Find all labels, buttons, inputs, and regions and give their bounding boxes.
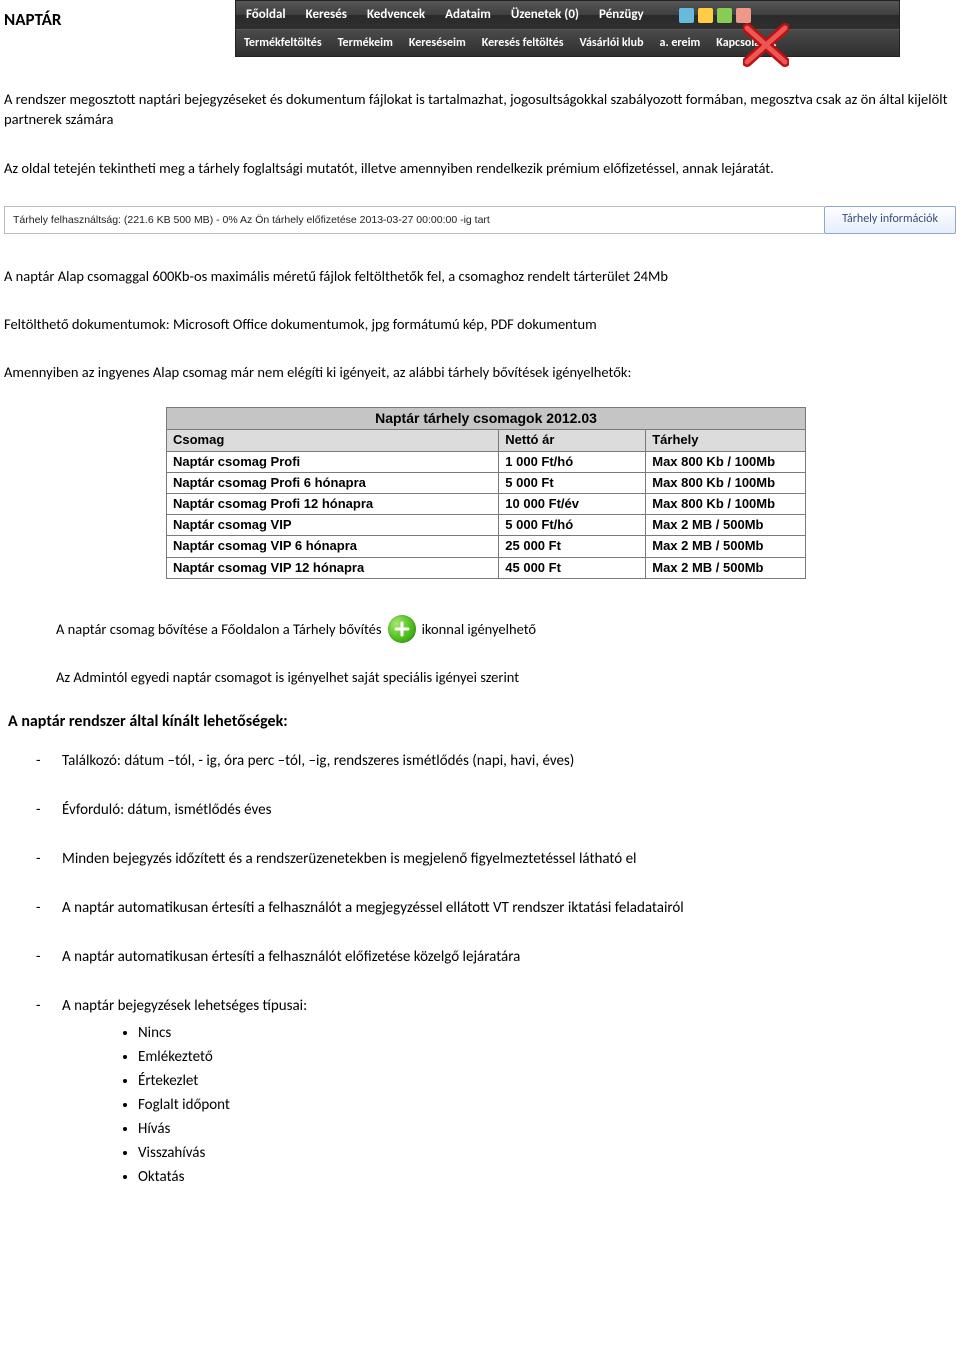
list-item-types-intro: A naptár bejegyzések lehetséges típusai:… <box>36 996 956 1188</box>
pkg-name: Naptár csomag VIP 12 hónapra <box>167 557 499 578</box>
storage-status-bar: Tárhely felhasználtság: (221.6 KB 500 MB… <box>4 206 824 234</box>
nav-mini-icon[interactable] <box>736 8 751 23</box>
paragraph-upgrade-intro: Amennyiben az ingyenes Alap csomag már n… <box>4 362 956 382</box>
packages-table: Naptár tárhely csomagok 2012.03 Csomag N… <box>166 407 806 579</box>
list-item: Hívás <box>138 1119 956 1140</box>
page-title: NAPTÁR <box>4 8 61 32</box>
pkg-price: 5 000 Ft/hó <box>499 515 646 536</box>
subnav-kapcsolatok[interactable]: Kapcsolatok <box>708 30 784 56</box>
plus-icon[interactable] <box>388 615 416 643</box>
navbar-screenshot: Főoldal Keresés Kedvencek Adataim Üzenet… <box>235 0 900 57</box>
storage-info-button[interactable]: Tárhely információk <box>824 206 956 234</box>
paragraph-doc-formats: Feltölthető dokumentumok: Microsoft Offi… <box>4 314 956 334</box>
topnav: Főoldal Keresés Kedvencek Adataim Üzenet… <box>235 0 900 29</box>
subnav-termekeim[interactable]: Termékeim <box>330 30 401 56</box>
list-item: Minden bejegyzés időzített és a rendszer… <box>36 849 956 870</box>
pkg-name: Naptár csomag VIP 6 hónapra <box>167 536 499 557</box>
expand-hint-text-a: A naptár csomag bővítése a Főoldalon a T… <box>56 619 382 639</box>
pkg-storage: Max 800 Kb / 100Mb <box>646 472 806 493</box>
nav-adataim[interactable]: Adataim <box>435 1 501 29</box>
table-row: Naptár csomag Profi 6 hónapra 5 000 Ft M… <box>167 472 806 493</box>
nav-mini-icon[interactable] <box>660 8 675 23</box>
nav-fooldal[interactable]: Főoldal <box>236 1 296 29</box>
pkg-price: 1 000 Ft/hó <box>499 451 646 472</box>
table-row: Naptár csomag VIP 12 hónapra 45 000 Ft M… <box>167 557 806 578</box>
nav-mini-icon[interactable] <box>698 8 713 23</box>
pkg-storage: Max 2 MB / 500Mb <box>646 515 806 536</box>
subnav-kereseseim[interactable]: Kereséseim <box>401 30 474 56</box>
pkg-name: Naptár csomag Profi <box>167 451 499 472</box>
pkg-storage: Max 2 MB / 500Mb <box>646 536 806 557</box>
table-row: Naptár csomag Profi 12 hónapra 10 000 Ft… <box>167 493 806 514</box>
storage-status-row: Tárhely felhasználtság: (221.6 KB 500 MB… <box>4 206 956 234</box>
pkg-price: 45 000 Ft <box>499 557 646 578</box>
paragraph-base-package: A naptár Alap csomaggal 600Kb-os maximál… <box>4 266 956 286</box>
list-item: Visszahívás <box>138 1143 956 1164</box>
subnav-kereses-feltoltes[interactable]: Keresés feltöltés <box>474 30 572 56</box>
features-heading: A naptár rendszer által kínált lehetőség… <box>8 711 956 733</box>
nav-kedvencek[interactable]: Kedvencek <box>357 1 435 29</box>
expand-hint-line: A naptár csomag bővítése a Főoldalon a T… <box>56 615 956 643</box>
list-item: Értekezlet <box>138 1071 956 1092</box>
col-tarhely: Tárhely <box>646 430 806 451</box>
intro-paragraph-1: A rendszer megosztott naptári bejegyzése… <box>4 89 956 130</box>
table-row: Naptár csomag VIP 6 hónapra 25 000 Ft Ma… <box>167 536 806 557</box>
packages-table-title: Naptár tárhely csomagok 2012.03 <box>167 407 806 430</box>
list-item: Emlékeztető <box>138 1047 956 1068</box>
pkg-name: Naptár csomag Profi 12 hónapra <box>167 493 499 514</box>
nav-mini-icon[interactable] <box>717 8 732 23</box>
list-item: Oktatás <box>138 1167 956 1188</box>
col-netto-ar: Nettó ár <box>499 430 646 451</box>
subnav-partnereim[interactable]: a. ereim <box>652 30 709 56</box>
subnav: Termékfeltöltés Termékeim Kereséseim Ker… <box>235 29 900 57</box>
nav-mini-icon[interactable] <box>679 8 694 23</box>
pkg-price: 10 000 Ft/év <box>499 493 646 514</box>
table-row: Naptár csomag VIP 5 000 Ft/hó Max 2 MB /… <box>167 515 806 536</box>
list-item: Nincs <box>138 1023 956 1044</box>
types-intro-text: A naptár bejegyzések lehetséges típusai: <box>62 997 307 1015</box>
subnav-termekfeltoltes[interactable]: Termékfeltöltés <box>236 30 330 56</box>
list-item: Foglalt időpont <box>138 1095 956 1116</box>
table-row: Naptár csomag Profi 1 000 Ft/hó Max 800 … <box>167 451 806 472</box>
pkg-name: Naptár csomag VIP <box>167 515 499 536</box>
list-item: A naptár automatikusan értesíti a felhas… <box>36 947 956 968</box>
pkg-storage: Max 800 Kb / 100Mb <box>646 451 806 472</box>
subnav-vasarloi-klub[interactable]: Vásárlói klub <box>572 30 652 56</box>
list-item: A naptár automatikusan értesíti a felhas… <box>36 898 956 919</box>
pkg-name: Naptár csomag Profi 6 hónapra <box>167 472 499 493</box>
nav-icon-row <box>654 8 751 23</box>
nav-penzugy[interactable]: Pénzügy <box>589 1 654 29</box>
pkg-storage: Max 2 MB / 500Mb <box>646 557 806 578</box>
nav-kereses[interactable]: Keresés <box>296 1 357 29</box>
features-list: Találkozó: dátum –tól, - ig, óra perc –t… <box>36 751 956 1188</box>
col-csomag: Csomag <box>167 430 499 451</box>
list-item: Találkozó: dátum –tól, - ig, óra perc –t… <box>36 751 956 772</box>
expand-hint-text-b: ikonnal igényelhető <box>422 619 537 639</box>
types-list: Nincs Emlékeztető Értekezlet Foglalt idő… <box>138 1023 956 1188</box>
nav-uzenetek[interactable]: Üzenetek (0) <box>501 1 589 29</box>
pkg-storage: Max 800 Kb / 100Mb <box>646 493 806 514</box>
intro-paragraph-2: Az oldal tetején tekintheti meg a tárhel… <box>4 158 956 178</box>
admin-hint-line: Az Admintól egyedi naptár csomagot is ig… <box>56 667 956 687</box>
pkg-price: 25 000 Ft <box>499 536 646 557</box>
list-item: Évforduló: dátum, ismétlődés éves <box>36 800 956 821</box>
pkg-price: 5 000 Ft <box>499 472 646 493</box>
